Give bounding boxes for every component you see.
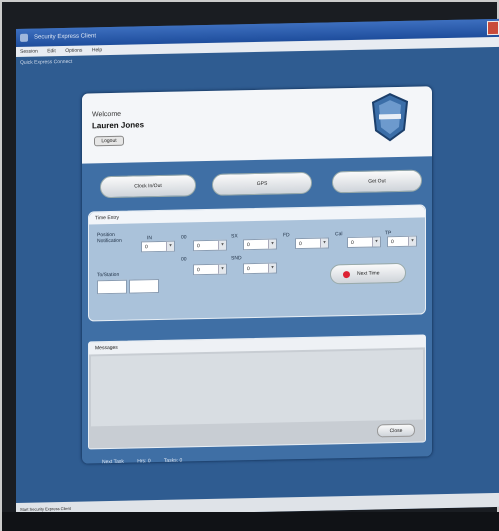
next-time-label: Next Time (357, 270, 380, 277)
close-button[interactable]: Close (377, 423, 415, 438)
chevron-down-icon[interactable]: ▾ (268, 239, 276, 249)
monitor-frame: Security Express Client Session Edit Opt… (0, 0, 499, 531)
to-station-label: To/Station (97, 271, 120, 279)
status-bar: Next Task Hrs: 0 Tasks: 0 (102, 457, 194, 466)
row2-00-spinner[interactable]: 0 ▾ (193, 263, 227, 276)
app-icon (20, 33, 28, 42)
fd-spinner[interactable]: 0 ▾ (295, 237, 329, 250)
spinner-value: 0 (299, 241, 302, 248)
spinner-value: 0 (247, 266, 250, 273)
spinner-value: 0 (197, 243, 200, 250)
in-spinner[interactable]: 0 ▾ (141, 240, 175, 253)
menu-options[interactable]: Options (65, 48, 82, 54)
time-entry-title: Time Entry (89, 205, 425, 225)
window-title: Security Express Client (34, 33, 97, 41)
user-name: Lauren Jones (92, 120, 145, 131)
logout-button[interactable]: Logout (94, 135, 124, 147)
to-station-field-b[interactable] (129, 279, 159, 294)
position-label: Position Notification (97, 231, 122, 245)
app-window: Security Express Client Session Edit Opt… (16, 18, 499, 517)
spinner-value: 0 (247, 242, 250, 249)
main-panel: Welcome Lauren Jones Logout Clock In/Out… (82, 86, 432, 466)
chevron-down-icon[interactable]: ▾ (320, 238, 328, 248)
spinner-value: 0 (145, 244, 148, 251)
chevron-down-icon[interactable]: ▾ (372, 237, 380, 247)
spinner-value: 0 (351, 239, 354, 246)
cal-spinner[interactable]: 0 ▾ (347, 236, 381, 249)
welcome-label: Welcome (92, 110, 122, 119)
field-label: SND (231, 255, 242, 262)
field-label: FD (283, 232, 290, 239)
close-window-button[interactable] (487, 20, 499, 36)
messages-list[interactable] (91, 349, 423, 427)
row2-snd-spinner[interactable]: 0 ▾ (243, 262, 277, 275)
sx-spinner[interactable]: 0 ▾ (243, 238, 277, 251)
messages-group: Messages Close (88, 334, 426, 450)
user-header: Welcome Lauren Jones Logout (82, 86, 432, 164)
spinner-value: 0 (391, 239, 394, 246)
status-hours: Hrs: 0 (137, 458, 151, 465)
chevron-down-icon[interactable]: ▾ (218, 264, 226, 274)
chevron-down-icon[interactable]: ▾ (166, 241, 174, 251)
status-tasks: Tasks: 0 (163, 457, 183, 464)
clock-in-button[interactable]: Clock In/Out (100, 174, 196, 199)
spinner-value: 0 (197, 267, 200, 274)
field-label: SX (231, 233, 238, 240)
00-spinner[interactable]: 0 ▾ (193, 239, 227, 252)
to-station-field-a[interactable] (97, 279, 127, 295)
monitor-bezel (2, 512, 499, 531)
shield-logo-icon (371, 93, 409, 142)
get-out-button[interactable]: Get Out (332, 169, 422, 194)
menu-session[interactable]: Session (20, 49, 38, 55)
tp-spinner[interactable]: 0 ▾ (387, 235, 417, 248)
field-label: 00 (181, 234, 187, 241)
gps-button[interactable]: GPS (212, 171, 312, 196)
status-label: Next Task (102, 458, 124, 466)
menu-edit[interactable]: Edit (47, 48, 56, 54)
next-time-button[interactable]: Next Time (330, 262, 406, 285)
chevron-down-icon[interactable]: ▾ (268, 263, 276, 273)
field-label: 00 (181, 256, 187, 263)
subheader: Quick Express Connect (20, 58, 73, 66)
field-label: Cal (335, 231, 343, 238)
menu-help[interactable]: Help (92, 47, 102, 53)
chevron-down-icon[interactable]: ▾ (408, 236, 416, 246)
record-icon (343, 271, 350, 279)
chevron-down-icon[interactable]: ▾ (218, 240, 226, 250)
